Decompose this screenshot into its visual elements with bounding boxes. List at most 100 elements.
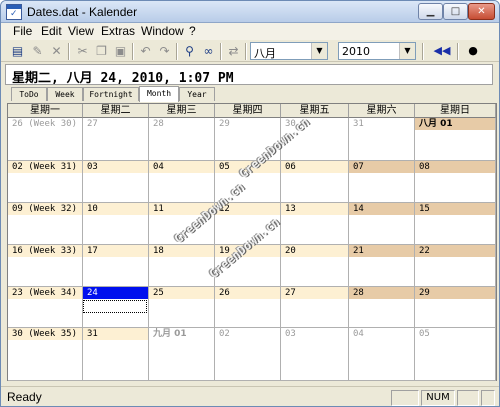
tab-fortnight[interactable]: Fortnight: [83, 87, 139, 101]
day-cell[interactable]: 八月 01: [415, 118, 496, 161]
day-number: 05: [419, 329, 430, 339]
day-cell[interactable]: 30 (Week 35): [8, 328, 83, 381]
menu-view[interactable]: View: [68, 24, 94, 39]
day-number: 15: [419, 204, 430, 214]
day-cell[interactable]: 31: [83, 328, 149, 381]
status-bar: Ready NUM: [1, 386, 499, 406]
selected-day-edit-box[interactable]: [83, 300, 147, 313]
day-cell[interactable]: 02 (Week 31): [8, 161, 83, 203]
tab-year[interactable]: Year: [179, 87, 215, 101]
day-cell[interactable]: 02: [215, 328, 281, 381]
day-cell[interactable]: 31: [349, 118, 415, 161]
day-number: 14: [353, 204, 364, 214]
day-cell[interactable]: 07: [349, 161, 415, 203]
day-cell[interactable]: 06: [281, 161, 349, 203]
day-number: 31: [87, 329, 98, 339]
day-cell[interactable]: 22: [415, 245, 496, 287]
day-cell[interactable]: 26 (Week 30): [8, 118, 83, 161]
day-cell[interactable]: 17: [83, 245, 149, 287]
weekday-header-sun: 星期日: [415, 104, 496, 118]
toolbar-separator: [422, 43, 424, 60]
day-cell[interactable]: 11: [149, 203, 215, 245]
toolbar-separator: [68, 43, 70, 60]
day-cell[interactable]: 19: [215, 245, 281, 287]
day-cell[interactable]: 13: [281, 203, 349, 245]
previous-button[interactable]: ◀◀: [429, 42, 455, 60]
day-number: 18: [153, 246, 164, 256]
month-select[interactable]: 八月 ▼: [250, 42, 328, 60]
tab-week[interactable]: Week: [47, 87, 83, 101]
day-cell[interactable]: 21: [349, 245, 415, 287]
resize-grip[interactable]: [481, 390, 495, 406]
day-number: 29: [419, 288, 430, 298]
close-button[interactable]: ✕: [468, 3, 495, 20]
tab-todo[interactable]: ToDo: [11, 87, 47, 101]
day-number: 12: [219, 204, 230, 214]
day-cell[interactable]: 29: [215, 118, 281, 161]
day-cell[interactable]: 27: [83, 118, 149, 161]
day-cell[interactable]: 28: [349, 287, 415, 328]
delete-icon[interactable]: ✕: [48, 43, 65, 60]
day-number: 23 (Week 34): [12, 288, 78, 298]
day-cell[interactable]: 20: [281, 245, 349, 287]
maximize-button[interactable]: □: [443, 3, 468, 20]
day-cell[interactable]: 03: [281, 328, 349, 381]
chevron-down-icon[interactable]: ▼: [399, 43, 415, 59]
year-select-value: 2010: [342, 45, 370, 58]
day-cell[interactable]: 28: [149, 118, 215, 161]
day-number: 09 (Week 32): [12, 204, 78, 214]
weekday-header-fri: 星期五: [281, 104, 349, 118]
day-cell[interactable]: 23 (Week 34): [8, 287, 83, 328]
day-cell[interactable]: 09 (Week 32): [8, 203, 83, 245]
day-cell[interactable]: 08: [415, 161, 496, 203]
chevron-down-icon[interactable]: ▼: [311, 43, 327, 59]
redo-icon[interactable]: ↷: [156, 43, 173, 60]
menu-extras[interactable]: Extras: [101, 24, 135, 39]
day-cell[interactable]: 25: [149, 287, 215, 328]
menu-help[interactable]: ?: [189, 24, 196, 39]
day-cell[interactable]: 04: [349, 328, 415, 381]
swap-icon[interactable]: ⇄: [225, 43, 242, 60]
paste-icon[interactable]: ▣: [112, 43, 129, 60]
menu-edit[interactable]: Edit: [41, 24, 62, 39]
day-cell[interactable]: 03: [83, 161, 149, 203]
minimize-button[interactable]: ▁: [418, 3, 443, 20]
day-cell[interactable]: 10: [83, 203, 149, 245]
toolbar-separator: [245, 43, 247, 60]
toolbar: ▤ ✎ ✕ ✂ ❐ ▣ ↶ ↷ ⚲ ∞ ⇄ 八月 ▼ 2010 ▼ ◀◀ ●: [1, 40, 499, 62]
day-cell[interactable]: 05: [415, 328, 496, 381]
day-cell[interactable]: 九月 01: [149, 328, 215, 381]
day-cell[interactable]: 26: [215, 287, 281, 328]
cut-icon[interactable]: ✂: [74, 43, 91, 60]
day-cell[interactable]: 05: [215, 161, 281, 203]
day-number: 24: [87, 288, 98, 298]
day-cell[interactable]: 29: [415, 287, 496, 328]
edit-icon[interactable]: ✎: [29, 43, 46, 60]
day-cell[interactable]: 04: [149, 161, 215, 203]
year-select[interactable]: 2010 ▼: [338, 42, 416, 60]
day-cell[interactable]: 27: [281, 287, 349, 328]
day-cell[interactable]: 12: [215, 203, 281, 245]
find-icon[interactable]: ⚲: [181, 43, 198, 60]
day-number: 八月 01: [419, 119, 453, 129]
calendar-app-icon: ✓: [6, 4, 22, 20]
day-cell[interactable]: 24: [83, 287, 149, 328]
copy-icon[interactable]: ❐: [93, 43, 110, 60]
day-cell[interactable]: 18: [149, 245, 215, 287]
day-number: 30 (Week 35): [12, 329, 78, 339]
title-bar[interactable]: ✓ Dates.dat - Kalender ▁ □ ✕: [1, 1, 499, 23]
calendar-view-icon[interactable]: ▤: [9, 43, 26, 60]
undo-icon[interactable]: ↶: [137, 43, 154, 60]
day-number: 06: [285, 162, 296, 172]
day-number: 04: [353, 329, 364, 339]
day-cell[interactable]: 30: [281, 118, 349, 161]
today-button[interactable]: ●: [463, 42, 483, 60]
month-select-value: 八月: [254, 47, 276, 60]
menu-file[interactable]: File: [13, 24, 32, 39]
tab-month[interactable]: Month: [139, 86, 179, 102]
menu-window[interactable]: Window: [141, 24, 184, 39]
day-cell[interactable]: 14: [349, 203, 415, 245]
find-next-icon[interactable]: ∞: [200, 43, 217, 60]
day-cell[interactable]: 16 (Week 33): [8, 245, 83, 287]
day-cell[interactable]: 15: [415, 203, 496, 245]
